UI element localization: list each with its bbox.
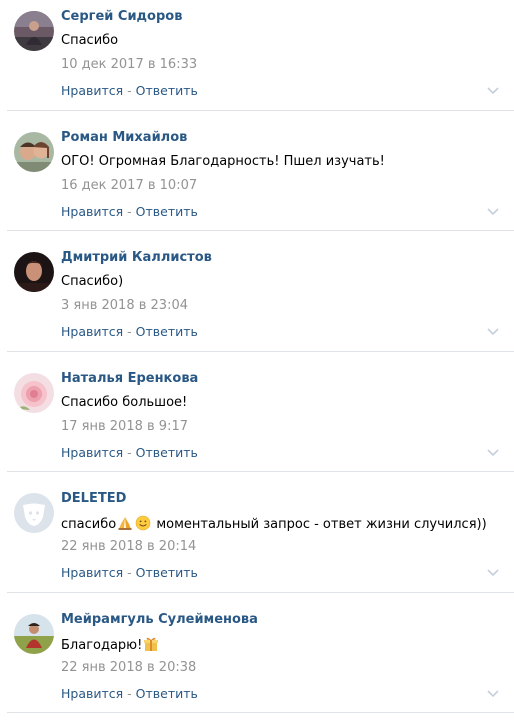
comment-author[interactable]: Мейрамгуль Сулейменова xyxy=(61,612,258,627)
comment-author[interactable]: Сергей Сидоров xyxy=(61,9,182,24)
chevron-down-icon[interactable] xyxy=(486,327,500,337)
like-link[interactable]: Нравится xyxy=(61,686,123,701)
comment-text: Благодарю! xyxy=(61,636,160,653)
deleted-user-dog-icon[interactable] xyxy=(14,493,54,533)
divider xyxy=(7,471,514,472)
comment-date[interactable]: 3 янв 2018 в 23:04 xyxy=(61,298,188,313)
comment-actions: Нравится - Ответить xyxy=(61,83,198,98)
comment-item: Сергей Сидоров Спасибо 10 дек 2017 в 16:… xyxy=(0,0,514,121)
action-separator: - xyxy=(123,83,135,98)
comment-actions: Нравится - Ответить xyxy=(61,686,198,701)
reply-link[interactable]: Ответить xyxy=(136,686,198,701)
chevron-down-icon[interactable] xyxy=(486,448,500,458)
gift-emoji xyxy=(143,636,159,652)
like-link[interactable]: Нравится xyxy=(61,565,123,580)
comment-author[interactable]: Наталья Еренкова xyxy=(61,371,198,386)
divider xyxy=(7,230,514,231)
comment-date[interactable]: 17 янв 2018 в 9:17 xyxy=(61,419,188,434)
avatar[interactable] xyxy=(14,373,54,413)
comment-text-after: моментальный запрос - ответ жизни случил… xyxy=(152,517,486,532)
avatar[interactable] xyxy=(14,614,54,654)
chevron-down-icon[interactable] xyxy=(486,568,500,578)
comment-text-before: спасибо xyxy=(61,517,116,532)
comment-actions: Нравится - Ответить xyxy=(61,565,198,580)
comment-author[interactable]: Роман Михайлов xyxy=(61,130,187,145)
comments-list: Сергей Сидоров Спасибо 10 дек 2017 в 16:… xyxy=(0,0,514,723)
reply-link[interactable]: Ответить xyxy=(136,324,198,339)
avatar[interactable] xyxy=(14,132,54,172)
comment-text: спасибо моментальный запрос - ответ жизн… xyxy=(61,515,487,532)
comment-actions: Нравится - Ответить xyxy=(61,324,198,339)
comment-date[interactable]: 16 дек 2017 в 10:07 xyxy=(61,178,197,193)
like-link[interactable]: Нравится xyxy=(61,324,123,339)
like-link[interactable]: Нравится xyxy=(61,204,123,219)
comment-date[interactable]: 22 янв 2018 в 20:38 xyxy=(61,660,196,675)
reply-link[interactable]: Ответить xyxy=(136,83,198,98)
comment-date[interactable]: 10 дек 2017 в 16:33 xyxy=(61,57,197,72)
divider xyxy=(7,712,514,713)
divider xyxy=(7,592,514,593)
comment-text: Спасибо большое! xyxy=(61,395,187,410)
like-link[interactable]: Нравится xyxy=(61,83,123,98)
comment-author[interactable]: Дмитрий Каллистов xyxy=(61,250,212,265)
chevron-down-icon[interactable] xyxy=(486,207,500,217)
action-separator: - xyxy=(123,686,135,701)
comment-actions: Нравится - Ответить xyxy=(61,204,198,219)
reply-link[interactable]: Ответить xyxy=(136,445,198,460)
comment-text: ОГО! Огромная Благодарность! Пшел изучат… xyxy=(61,154,385,169)
like-link[interactable]: Нравится xyxy=(61,445,123,460)
avatar[interactable] xyxy=(14,252,54,292)
comment-author[interactable]: DELETED xyxy=(61,491,126,506)
comment-item: DELETED спасибо моментальный запрос - от… xyxy=(0,482,514,603)
avatar[interactable] xyxy=(14,11,54,51)
smiling-face-emoji xyxy=(135,515,151,531)
comment-item: Наталья Еренкова Спасибо большое! 17 янв… xyxy=(0,362,514,483)
chevron-down-icon[interactable] xyxy=(486,86,500,96)
comment-item: Дмитрий Каллистов Спасибо) 3 янв 2018 в … xyxy=(0,241,514,362)
reply-link[interactable]: Ответить xyxy=(136,204,198,219)
comment-date[interactable]: 22 янв 2018 в 20:14 xyxy=(61,539,196,554)
action-separator: - xyxy=(123,324,135,339)
comment-actions: Нравится - Ответить xyxy=(61,445,198,460)
comment-text: Спасибо) xyxy=(61,274,123,289)
action-separator: - xyxy=(123,204,135,219)
comment-item: Роман Михайлов ОГО! Огромная Благодарнос… xyxy=(0,121,514,242)
divider xyxy=(7,351,514,352)
action-separator: - xyxy=(123,445,135,460)
chevron-down-icon[interactable] xyxy=(486,689,500,699)
folded-hands-emoji xyxy=(117,515,133,531)
comment-text: Спасибо xyxy=(61,33,118,48)
action-separator: - xyxy=(123,565,135,580)
divider xyxy=(7,110,514,111)
comment-item: Мейрамгуль Сулейменова Благодарю! 22 янв… xyxy=(0,603,514,723)
reply-link[interactable]: Ответить xyxy=(136,565,198,580)
comment-text-before: Благодарю! xyxy=(61,638,142,653)
